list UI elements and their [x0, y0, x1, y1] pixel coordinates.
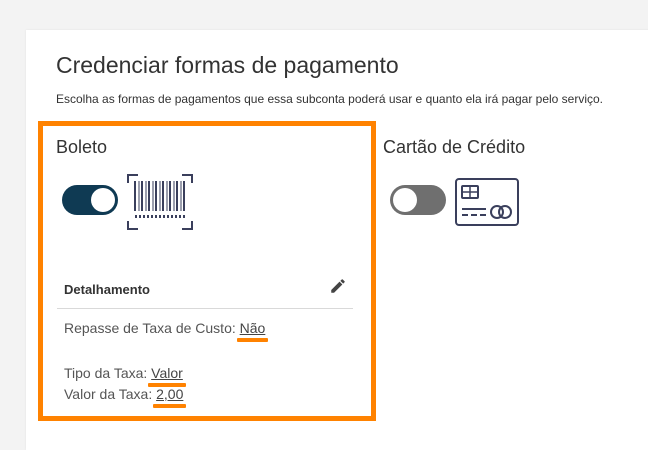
fee-value-label: Valor da Taxa: — [64, 386, 153, 402]
page-subtitle: Escolha as formas de pagamentos que essa… — [56, 92, 604, 106]
fee-type-label: Tipo da Taxa: — [64, 365, 148, 381]
pencil-icon[interactable] — [329, 277, 347, 295]
details-divider — [57, 308, 353, 309]
credit-card-title: Cartão de Crédito — [383, 137, 526, 157]
fee-pass-value: Não — [239, 320, 266, 336]
fee-pass-row: Repasse de Taxa de Custo: Não — [64, 320, 265, 336]
boleto-toggle-knob — [91, 188, 115, 212]
fee-type-value: Valor — [151, 365, 183, 381]
fee-pass-label: Repasse de Taxa de Custo: — [64, 320, 236, 336]
boleto-toggle[interactable] — [62, 185, 118, 215]
credit-card-toggle[interactable] — [390, 185, 446, 215]
credit-card-icon — [455, 178, 519, 226]
barcode-icon — [127, 174, 193, 230]
fee-value-value: 2,00 — [156, 386, 184, 402]
details-title: Detalhamento — [64, 282, 150, 297]
page-title: Credenciar formas de pagamento — [56, 52, 399, 78]
fee-type-row: Tipo da Taxa: Valor — [64, 365, 183, 381]
fee-value-row: Valor da Taxa: 2,00 — [64, 386, 183, 402]
boleto-title: Boleto — [56, 137, 108, 157]
credit-card-toggle-knob — [393, 188, 417, 212]
